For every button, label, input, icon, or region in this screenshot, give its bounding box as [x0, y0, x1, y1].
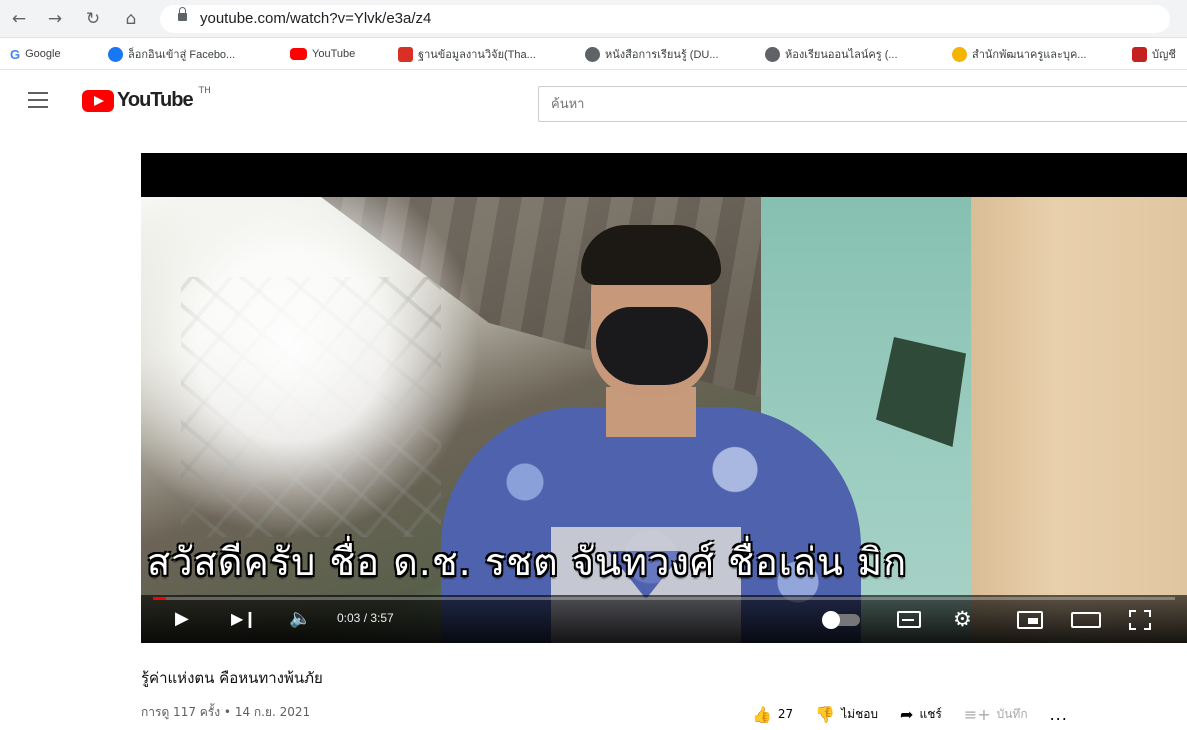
region-code: TH — [198, 85, 211, 96]
player-controls: ▶ ▶❙ 🔈 0:03 / 3:57 ⚙ — [141, 595, 1187, 643]
url-text[interactable]: youtube.com/watch?v=Ylvk/e3a/z4 — [200, 10, 431, 27]
search-input[interactable] — [539, 87, 1187, 121]
address-bar[interactable]: youtube.com/watch?v=Ylvk/e3a/z4 — [160, 5, 1170, 33]
bookmark-account[interactable]: บัญชี — [1132, 45, 1176, 63]
theater-mode-icon[interactable] — [1071, 612, 1101, 628]
playlist-add-icon: ≡+ — [963, 704, 991, 724]
database-icon — [398, 46, 413, 62]
subtitles-icon[interactable] — [897, 611, 921, 628]
back-arrow-icon[interactable]: ← — [8, 8, 30, 30]
like-button[interactable]: 👍 27 — [752, 705, 793, 724]
folder-icon — [1132, 46, 1147, 62]
thumbs-down-icon: 👎 — [815, 704, 836, 724]
home-icon[interactable]: ⌂ — [120, 8, 142, 30]
bookmark-google[interactable]: G Google — [10, 45, 61, 63]
youtube-icon — [290, 48, 307, 60]
video-actions: 👍 27 👎 ไม่ชอบ ➦ แชร์ ≡+ บันทึก ... — [752, 702, 1068, 726]
progress-bar[interactable] — [153, 597, 1175, 600]
youtube-header: YouTube TH — [0, 72, 1187, 132]
share-arrow-icon: ➦ — [900, 704, 914, 724]
volume-icon[interactable]: 🔈 — [289, 609, 311, 629]
video-subtitle: สวัสดีครับ ชื่อ ด.ช. รชต จันทวงศ์ ชื่อเล… — [147, 540, 908, 584]
bookmark-classroom[interactable]: ห้องเรียนออนไลน์ครู (... — [765, 45, 898, 63]
dislike-label: ไม่ชอบ — [841, 706, 879, 721]
like-count: 27 — [777, 707, 794, 721]
autoplay-toggle[interactable] — [822, 611, 860, 629]
share-label: แชร์ — [919, 706, 942, 721]
youtube-logo[interactable]: YouTube TH — [82, 85, 211, 112]
fullscreen-icon[interactable] — [1129, 610, 1151, 630]
browser-toolbar: ← → ↻ ⌂ youtube.com/watch?v=Ylvk/e3a/z4 — [0, 0, 1187, 38]
video-meta: การดู 117 ครั้ง • 14 ก.ย. 2021 — [141, 705, 311, 719]
search-box[interactable] — [538, 86, 1187, 122]
save-label: บันทึก — [996, 706, 1028, 721]
video-frame[interactable]: สวัสดีครับ ชื่อ ด.ช. รชต จันทวงศ์ ชื่อเล… — [141, 197, 1187, 643]
play-icon[interactable]: ▶ — [175, 609, 189, 629]
org-icon — [952, 46, 967, 62]
share-button[interactable]: ➦ แชร์ — [900, 705, 942, 724]
video-player[interactable]: สวัสดีครับ ชื่อ ด.ช. รชต จันทวงศ์ ชื่อเล… — [141, 153, 1187, 643]
globe-icon — [765, 46, 780, 62]
google-icon: G — [10, 46, 21, 62]
video-title: รู้ค่าแห่งตน คือหนทางพ้นภัย — [141, 669, 323, 687]
next-icon[interactable]: ▶❙ — [231, 609, 257, 629]
youtube-wordmark: YouTube — [117, 89, 194, 111]
thumbs-up-icon: 👍 — [752, 704, 772, 724]
forward-arrow-icon[interactable]: → — [44, 8, 66, 30]
hamburger-menu-icon[interactable] — [28, 92, 48, 108]
progress-fill — [153, 597, 167, 600]
lock-icon — [178, 7, 187, 21]
bookmark-du[interactable]: หนังสือการเรียนรู้ (DU... — [585, 45, 719, 63]
bookmark-thai-research[interactable]: ฐานข้อมูลงานวิจัย(Tha... — [398, 45, 536, 63]
miniplayer-icon[interactable] — [1017, 611, 1043, 629]
bookmark-facebook[interactable]: ล็อกอินเข้าสู่ Facebo... — [108, 45, 235, 63]
bookmark-teacher-dev[interactable]: สำนักพัฒนาครูและบุค... — [952, 45, 1086, 63]
reload-icon[interactable]: ↻ — [82, 8, 104, 30]
youtube-play-icon — [82, 89, 114, 112]
facebook-icon — [108, 46, 123, 62]
time-display: 0:03 / 3:57 — [337, 611, 394, 625]
globe-icon — [585, 46, 600, 62]
bookmarks-bar: G Google ล็อกอินเข้าสู่ Facebo... YouTub… — [0, 38, 1187, 70]
settings-gear-icon[interactable]: ⚙ — [953, 609, 972, 630]
dislike-button[interactable]: 👎 ไม่ชอบ — [815, 705, 878, 724]
more-options-icon[interactable]: ... — [1050, 705, 1068, 724]
save-button[interactable]: ≡+ บันทึก — [964, 705, 1028, 724]
bookmark-youtube[interactable]: YouTube — [290, 45, 355, 63]
